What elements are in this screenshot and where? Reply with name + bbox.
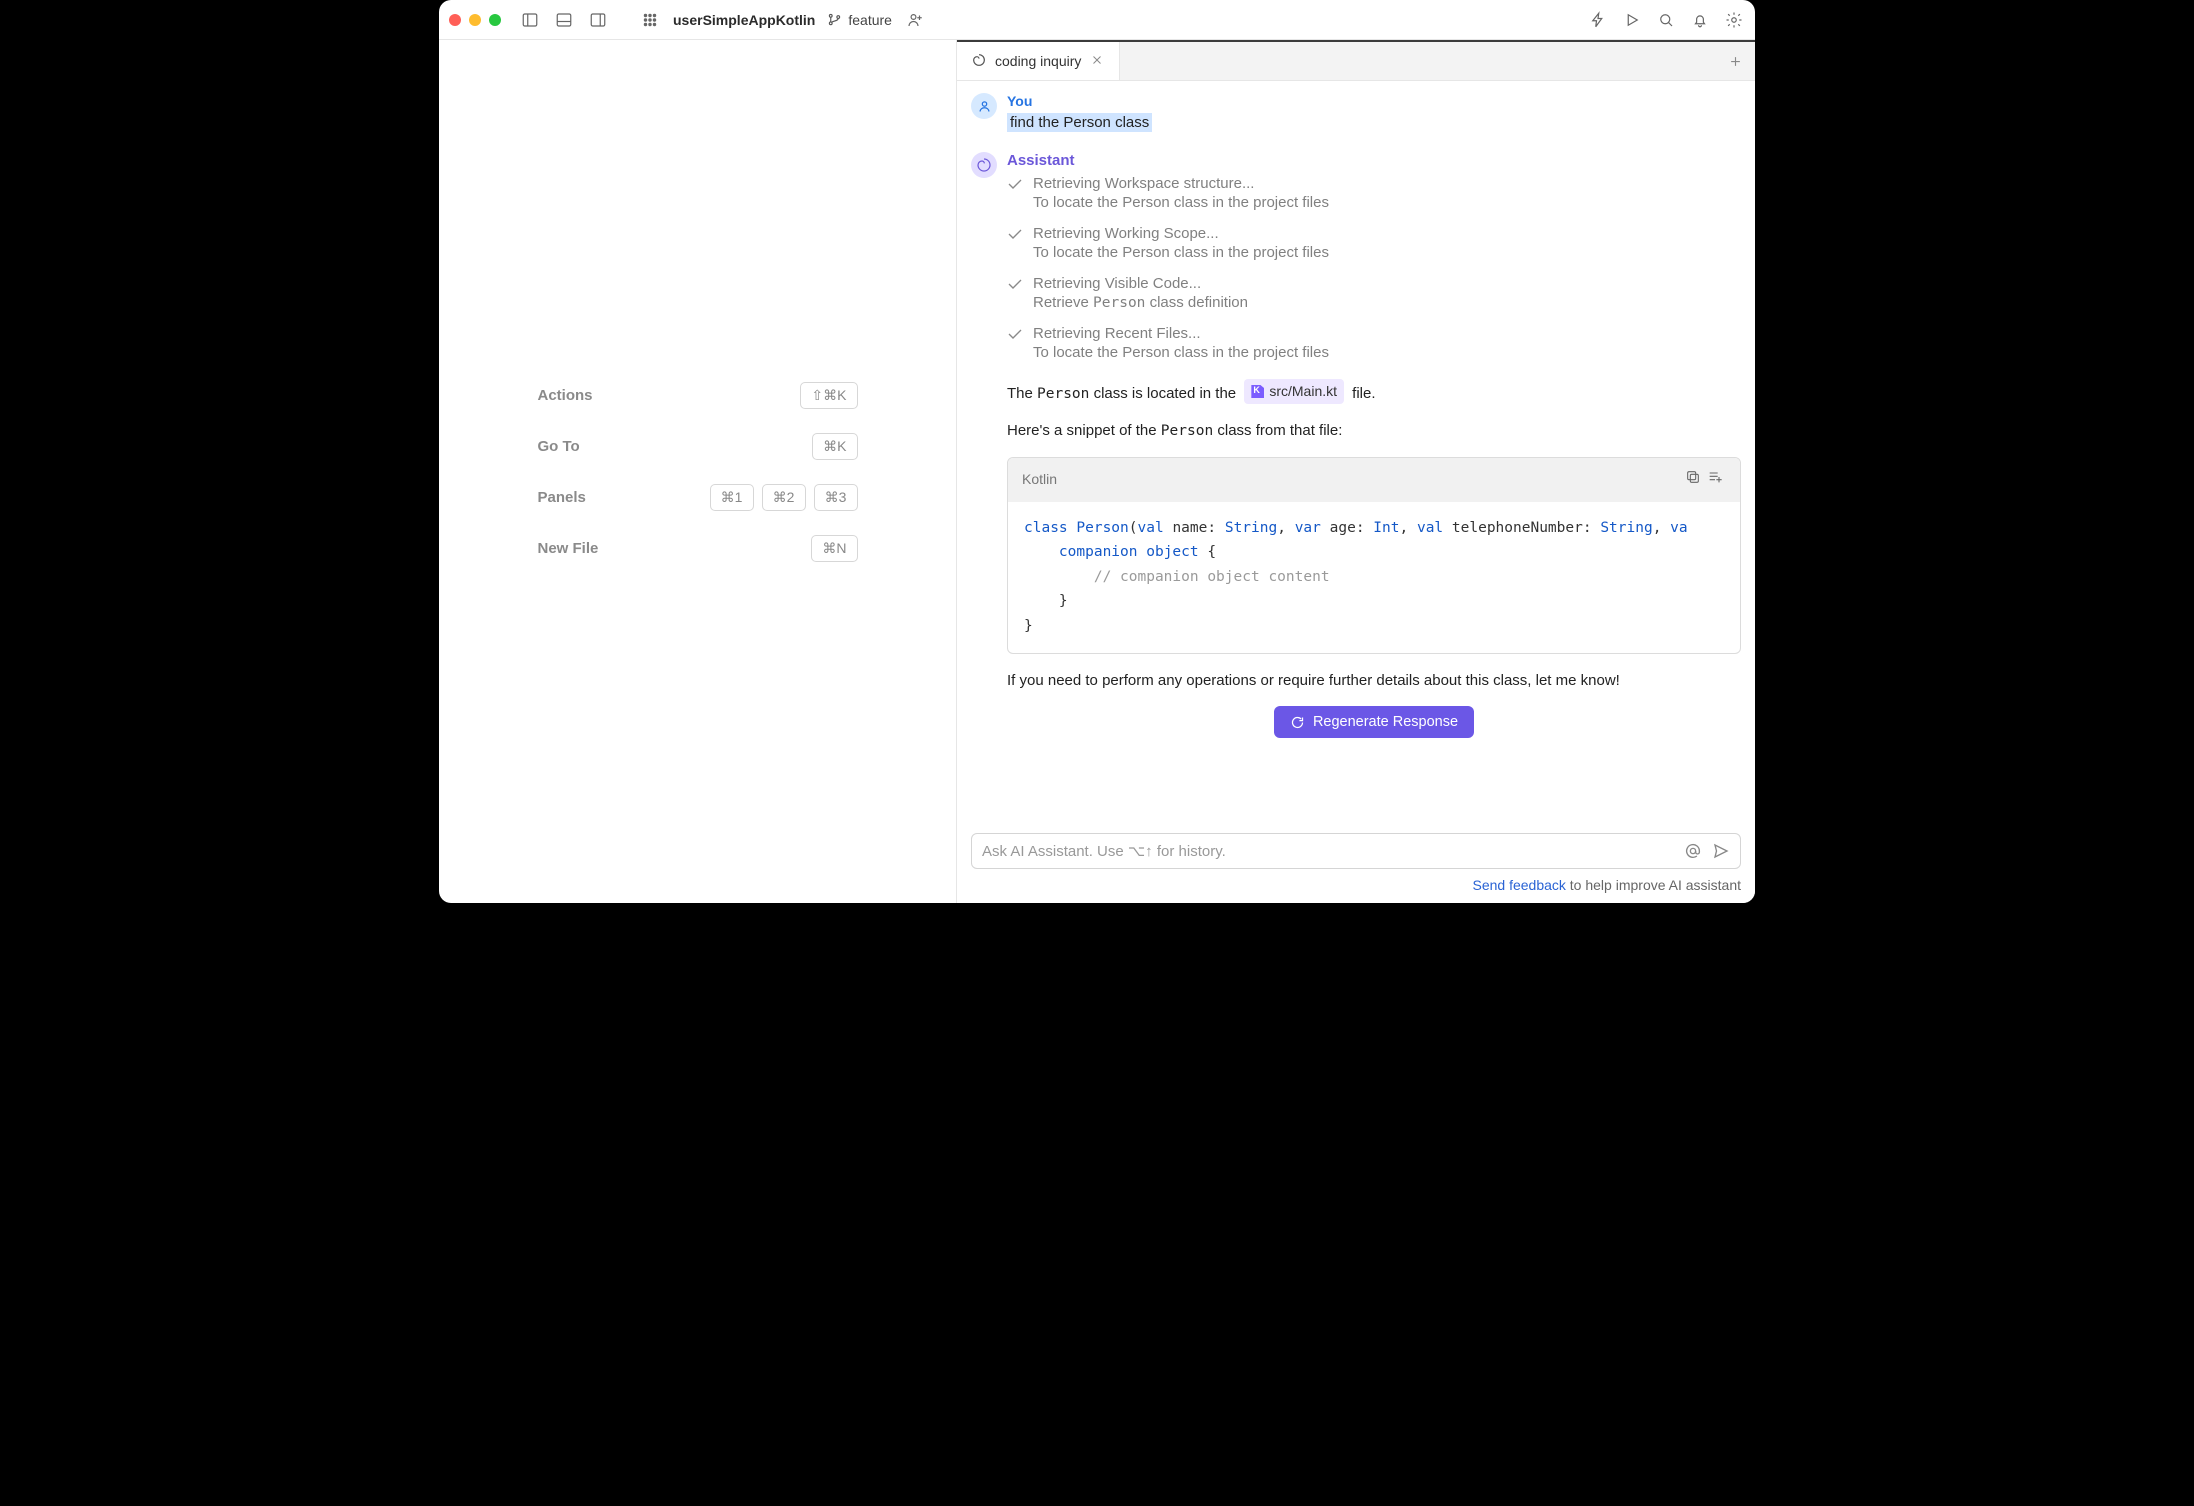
answer-line-1: The Person class is located in the src/M…	[1007, 379, 1741, 406]
step-desc: Retrieve Person class definition	[1033, 294, 1248, 311]
check-icon	[1007, 227, 1023, 261]
answer-line-2: Here's a snippet of the Person class fro…	[1007, 420, 1741, 443]
feedback-text: to help improve AI assistant	[1566, 877, 1741, 893]
message-user: You find the Person class	[971, 93, 1741, 132]
step-2: Retrieving Working Scope... To locate th…	[1007, 225, 1741, 261]
kbd-panel-1: ⌘1	[710, 484, 754, 511]
chat-scroll[interactable]: You find the Person class Assistant	[957, 81, 1755, 825]
hint-panels: Panels ⌘1 ⌘2 ⌘3	[538, 484, 858, 511]
bolt-icon[interactable]	[1587, 9, 1609, 31]
hint-goto: Go To ⌘K	[538, 433, 858, 460]
branch-name: feature	[848, 12, 892, 28]
send-icon[interactable]	[1712, 842, 1730, 860]
add-user-icon[interactable]	[904, 9, 926, 31]
check-icon	[1007, 177, 1023, 211]
project-name[interactable]: userSimpleAppKotlin	[673, 12, 815, 28]
message-author-assistant: Assistant	[1007, 152, 1741, 169]
bell-icon[interactable]	[1689, 9, 1711, 31]
close-icon[interactable]	[1089, 51, 1105, 71]
chat-input[interactable]	[982, 843, 1674, 860]
user-avatar-icon	[971, 93, 997, 119]
welcome-pane: Actions ⇧⌘K Go To ⌘K Panels ⌘1 ⌘2 ⌘3 N	[439, 40, 957, 903]
new-tab-button[interactable]	[1715, 42, 1755, 80]
message-assistant: Assistant Retrieving Workspace structure…	[971, 152, 1741, 744]
tab-bar: coding inquiry	[957, 40, 1755, 81]
apps-grid-icon[interactable]	[639, 9, 661, 31]
panel-bottom-icon[interactable]	[553, 9, 575, 31]
hint-actions-label: Actions	[538, 387, 593, 404]
assistant-avatar-icon	[971, 152, 997, 178]
kbd-panel-3: ⌘3	[814, 484, 858, 511]
step-desc: To locate the Person class in the projec…	[1033, 344, 1329, 361]
minimize-window[interactable]	[469, 14, 481, 26]
hint-newfile: New File ⌘N	[538, 535, 858, 562]
kbd-panel-2: ⌘2	[762, 484, 806, 511]
swirl-icon	[971, 52, 987, 71]
kotlin-file-icon	[1251, 385, 1264, 398]
step-desc: To locate the Person class in the projec…	[1033, 244, 1329, 261]
message-author-user: You	[1007, 93, 1741, 109]
step-4: Retrieving Recent Files... To locate the…	[1007, 325, 1741, 361]
tab-coding-inquiry[interactable]: coding inquiry	[957, 42, 1120, 80]
feedback-row: Send feedback to help improve AI assista…	[957, 877, 1755, 903]
kbd-actions: ⇧⌘K	[800, 382, 857, 409]
file-chip[interactable]: src/Main.kt	[1244, 379, 1344, 404]
step-3: Retrieving Visible Code... Retrieve Pers…	[1007, 275, 1741, 311]
step-title: Retrieving Recent Files...	[1033, 325, 1329, 342]
hint-newfile-label: New File	[538, 540, 599, 557]
user-message-text: find the Person class	[1007, 113, 1152, 132]
step-title: Retrieving Working Scope...	[1033, 225, 1329, 242]
panel-right-icon[interactable]	[587, 9, 609, 31]
code-block: Kotlin class Person(val name: String, va…	[1007, 457, 1741, 654]
code-lang: Kotlin	[1022, 469, 1057, 490]
check-icon	[1007, 277, 1023, 311]
code-content[interactable]: class Person(val name: String, var age: …	[1008, 502, 1740, 653]
step-title: Retrieving Workspace structure...	[1033, 175, 1329, 192]
file-chip-label: src/Main.kt	[1269, 381, 1337, 402]
titlebar: userSimpleAppKotlin feature	[439, 0, 1755, 40]
answer-line-3: If you need to perform any operations or…	[1007, 670, 1741, 693]
run-icon[interactable]	[1621, 9, 1643, 31]
panel-left-icon[interactable]	[519, 9, 541, 31]
git-branch[interactable]: feature	[827, 12, 892, 28]
kbd-newfile: ⌘N	[811, 535, 857, 562]
ai-assistant-pane: coding inquiry You	[957, 40, 1755, 903]
regenerate-label: Regenerate Response	[1313, 714, 1458, 730]
step-title: Retrieving Visible Code...	[1033, 275, 1248, 292]
chat-input-row	[971, 833, 1741, 869]
hint-panels-label: Panels	[538, 489, 586, 506]
hint-goto-label: Go To	[538, 438, 580, 455]
step-desc: To locate the Person class in the projec…	[1033, 194, 1329, 211]
send-feedback-link[interactable]: Send feedback	[1473, 877, 1566, 893]
kbd-goto: ⌘K	[812, 433, 857, 460]
traffic-lights	[449, 14, 501, 26]
copy-icon[interactable]	[1682, 466, 1704, 494]
settings-icon[interactable]	[1723, 9, 1745, 31]
zoom-window[interactable]	[489, 14, 501, 26]
tab-title: coding inquiry	[995, 53, 1081, 69]
check-icon	[1007, 327, 1023, 361]
search-icon[interactable]	[1655, 9, 1677, 31]
regenerate-button[interactable]: Regenerate Response	[1274, 706, 1474, 738]
step-1: Retrieving Workspace structure... To loc…	[1007, 175, 1741, 211]
hint-actions: Actions ⇧⌘K	[538, 382, 858, 409]
at-icon[interactable]	[1684, 842, 1702, 860]
insert-icon[interactable]	[1704, 466, 1726, 494]
close-window[interactable]	[449, 14, 461, 26]
